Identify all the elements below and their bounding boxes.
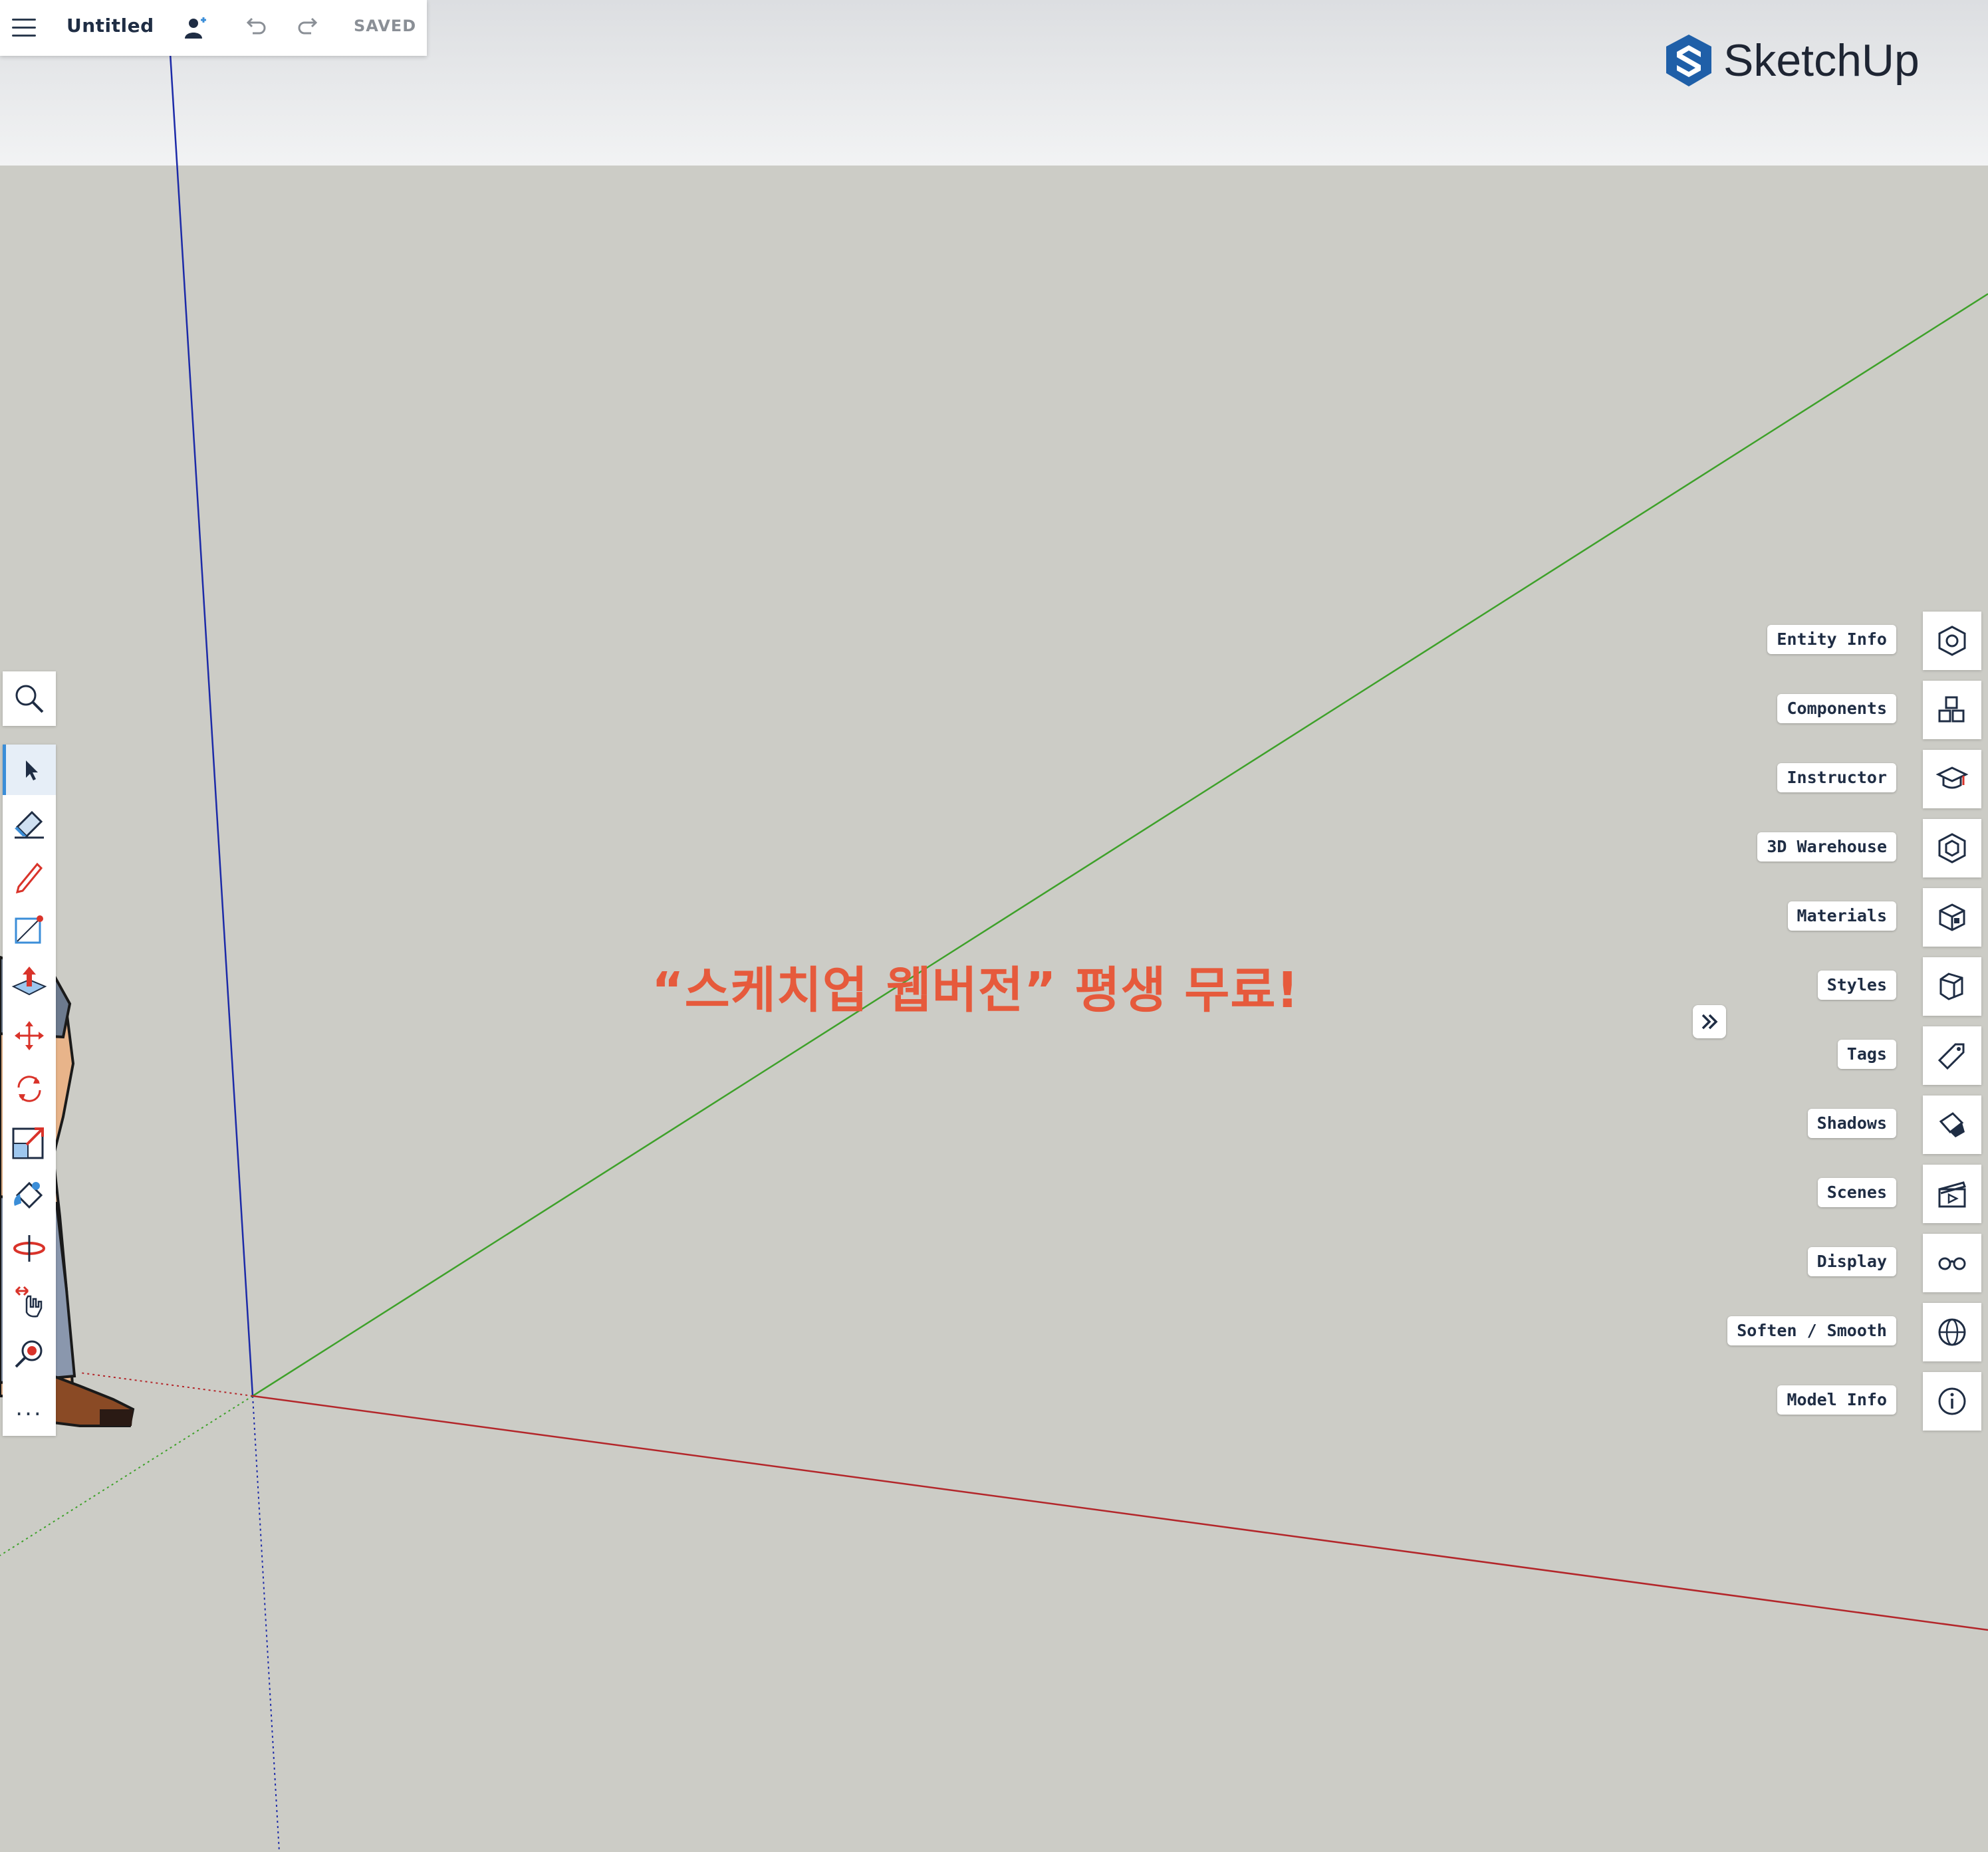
panel-label[interactable]: 3D Warehouse bbox=[1757, 832, 1896, 862]
warehouse-icon bbox=[1938, 833, 1966, 864]
undo-icon bbox=[246, 17, 266, 35]
panel-label[interactable]: Materials bbox=[1787, 901, 1896, 931]
panel-materials[interactable]: Materials bbox=[1676, 888, 1981, 947]
document-title[interactable]: Untitled bbox=[66, 15, 154, 37]
panel-scenes[interactable]: Scenes bbox=[1676, 1165, 1981, 1223]
paint-bucket-icon bbox=[14, 1181, 43, 1209]
rectangle-icon bbox=[15, 915, 43, 944]
add-user-button[interactable] bbox=[180, 12, 211, 44]
panel-soften-smooth[interactable]: Soften / Smooth bbox=[1676, 1303, 1981, 1361]
components-icon bbox=[1938, 696, 1965, 723]
rotate-tool[interactable] bbox=[3, 1064, 56, 1114]
styles-button[interactable] bbox=[1923, 957, 1981, 1016]
scenes-button[interactable] bbox=[1923, 1165, 1981, 1223]
panel-label[interactable]: Components bbox=[1777, 694, 1896, 723]
pan-hand-icon bbox=[15, 1286, 43, 1318]
redo-icon bbox=[298, 17, 318, 35]
shadows-button[interactable] bbox=[1923, 1096, 1981, 1154]
add-user-icon bbox=[185, 17, 206, 39]
glasses-icon bbox=[1938, 1257, 1966, 1270]
rotate-icon bbox=[17, 1076, 41, 1102]
materials-cube-icon bbox=[1939, 903, 1965, 931]
orbit-icon bbox=[13, 1235, 45, 1262]
promo-overlay-text: “스케치업 웹버전” 평생 무료! bbox=[652, 962, 1300, 1019]
search-tool[interactable] bbox=[3, 671, 56, 726]
redo-button[interactable] bbox=[294, 12, 326, 44]
pencil-icon bbox=[15, 862, 43, 893]
model-info-button[interactable] bbox=[1923, 1372, 1981, 1431]
panel-instructor[interactable]: Instructor bbox=[1676, 750, 1981, 808]
panel-model-info[interactable]: Model Info bbox=[1676, 1372, 1981, 1431]
scale-icon bbox=[12, 1127, 44, 1159]
logo-text: SketchUp bbox=[1723, 35, 1920, 86]
red-axis bbox=[252, 1395, 1988, 1631]
eraser-tool[interactable] bbox=[3, 798, 56, 848]
scale-tool[interactable] bbox=[3, 1117, 56, 1167]
shadows-icon bbox=[1939, 1112, 1965, 1137]
panel-label[interactable]: Styles bbox=[1817, 971, 1896, 1000]
tags-button[interactable] bbox=[1923, 1026, 1981, 1085]
move-arrows-icon bbox=[15, 1021, 44, 1050]
pan-tool[interactable] bbox=[3, 1276, 56, 1327]
eraser-icon bbox=[15, 810, 44, 839]
panel-label[interactable]: Scenes bbox=[1817, 1178, 1896, 1207]
panel-3d-warehouse[interactable]: 3D Warehouse bbox=[1676, 819, 1981, 877]
panel-label[interactable]: Instructor bbox=[1777, 763, 1896, 792]
materials-button[interactable] bbox=[1923, 888, 1981, 947]
tag-icon bbox=[1937, 1043, 1965, 1070]
info-circle-icon bbox=[1938, 1387, 1966, 1415]
double-chevron-right-icon bbox=[1701, 1014, 1718, 1030]
collapse-panels-button[interactable] bbox=[1693, 1005, 1726, 1038]
warehouse-button[interactable] bbox=[1923, 819, 1981, 877]
clapperboard-icon bbox=[1938, 1181, 1966, 1208]
select-tool[interactable] bbox=[3, 745, 56, 795]
save-status: SAVED bbox=[354, 17, 417, 35]
more-tools-label: ... bbox=[15, 1395, 43, 1421]
move-tool[interactable] bbox=[3, 1010, 56, 1061]
panel-entity-info[interactable]: Entity Info bbox=[1676, 612, 1981, 670]
blue-axis bbox=[169, 53, 254, 1397]
push-pull-tool[interactable] bbox=[3, 957, 56, 1008]
panel-label[interactable]: Entity Info bbox=[1767, 625, 1896, 654]
zoom-extents-tool[interactable] bbox=[3, 1330, 56, 1380]
soften-sphere-icon bbox=[1938, 1318, 1966, 1346]
sketchup-logo-icon bbox=[1666, 35, 1711, 86]
magnifier-icon bbox=[15, 685, 44, 713]
pencil-tool[interactable] bbox=[3, 851, 56, 901]
soften-smooth-button[interactable] bbox=[1923, 1303, 1981, 1361]
panel-label[interactable]: Shadows bbox=[1807, 1109, 1896, 1138]
paint-bucket-tool[interactable] bbox=[3, 1170, 56, 1220]
push-pull-icon bbox=[11, 967, 47, 996]
blue-axis-negative bbox=[252, 1395, 280, 1852]
menu-button[interactable] bbox=[9, 15, 39, 41]
panel-shadows[interactable]: Shadows bbox=[1676, 1096, 1981, 1154]
panel-label[interactable]: Tags bbox=[1837, 1040, 1896, 1069]
entity-info-button[interactable] bbox=[1923, 612, 1981, 670]
undo-button[interactable] bbox=[238, 12, 270, 44]
panel-label[interactable]: Model Info bbox=[1777, 1385, 1896, 1415]
more-tools-button[interactable]: ... bbox=[3, 1383, 56, 1433]
drawing-toolbar: ... bbox=[3, 745, 56, 1436]
components-button[interactable] bbox=[1923, 681, 1981, 739]
arrow-cursor-icon bbox=[25, 760, 38, 780]
panel-display[interactable]: Display bbox=[1676, 1234, 1981, 1292]
entity-info-icon bbox=[1938, 626, 1966, 656]
rectangle-tool[interactable] bbox=[3, 904, 56, 955]
panel-label[interactable]: Display bbox=[1807, 1247, 1896, 1276]
panel-components[interactable]: Components bbox=[1676, 681, 1981, 739]
panel-label[interactable]: Soften / Smooth bbox=[1727, 1316, 1896, 1345]
sketchup-logo: SketchUp bbox=[1664, 31, 1920, 90]
styles-cube-icon bbox=[1939, 973, 1963, 1000]
orbit-tool[interactable] bbox=[3, 1223, 56, 1274]
top-bar: Untitled SAVED bbox=[0, 0, 427, 56]
zoom-extents-icon bbox=[15, 1340, 43, 1368]
instructor-button[interactable] bbox=[1923, 750, 1981, 808]
graduation-cap-icon bbox=[1935, 766, 1969, 789]
display-button[interactable] bbox=[1923, 1234, 1981, 1292]
